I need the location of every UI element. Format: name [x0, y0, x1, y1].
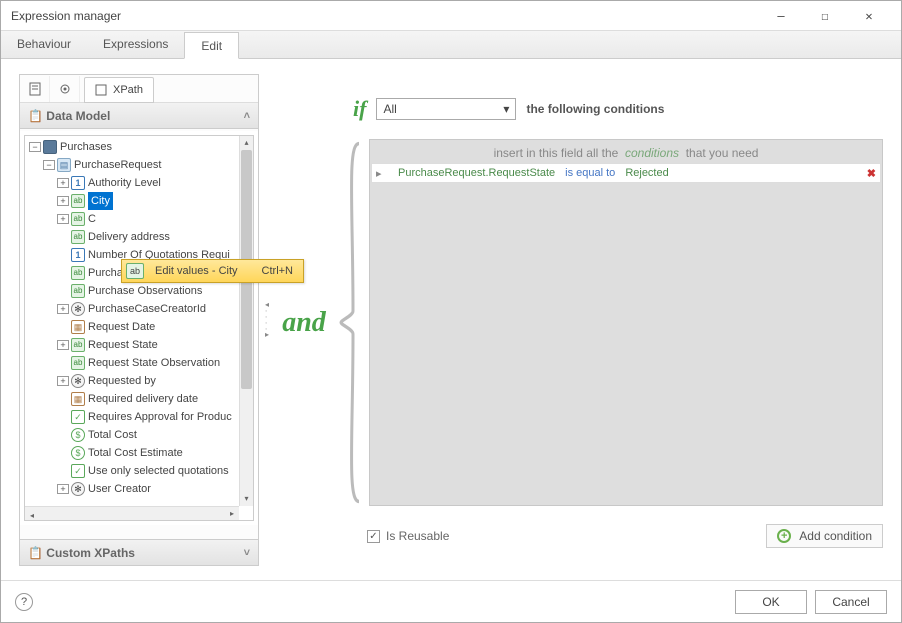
- tree-item[interactable]: ✓Requires Approval for Produc: [25, 408, 239, 426]
- conditions-box: insert in this field all the conditions …: [369, 139, 883, 506]
- condition-operator[interactable]: is equal to: [565, 167, 615, 179]
- tree-item[interactable]: abPurchase Observations: [25, 282, 239, 300]
- if-label: if: [353, 96, 366, 122]
- tree: −Purchases −▤PurchaseRequest +1Authority…: [24, 135, 254, 521]
- tab-behaviour[interactable]: Behaviour: [1, 31, 87, 58]
- add-condition-button[interactable]: + Add condition: [766, 524, 883, 548]
- tree-item[interactable]: $Total Cost Estimate: [25, 444, 239, 462]
- checkbox-icon: ✓: [367, 530, 380, 543]
- and-block: and insert in this field all the conditi…: [277, 139, 883, 506]
- if-row: if All ▾ the following conditions: [353, 96, 883, 122]
- scroll-down-icon[interactable]: ▾: [240, 492, 253, 506]
- titlebar: Expression manager ― ☐ ✕: [1, 1, 901, 31]
- scroll-left-icon[interactable]: ◂: [25, 509, 39, 521]
- footer-buttons: OK Cancel: [735, 590, 887, 614]
- add-condition-label: Add condition: [799, 529, 872, 543]
- tree-item[interactable]: +✻PurchaseCaseCreatorId: [25, 300, 239, 318]
- chevron-down-icon: ˅: [244, 547, 250, 559]
- condition-field[interactable]: PurchaseRequest.RequestState: [398, 167, 555, 179]
- conditions-hint: insert in this field all the conditions …: [370, 140, 882, 163]
- content-area: XPath 📋 Data Model ˄ −Purchases −▤Purcha…: [1, 60, 901, 580]
- tree-container: −Purchases −▤PurchaseRequest +1Authority…: [20, 131, 258, 525]
- delete-condition-icon[interactable]: ✖: [867, 167, 876, 180]
- custom-xpaths-header[interactable]: 📋 Custom XPaths ˅: [20, 539, 258, 565]
- chevron-down-icon: ▾: [503, 102, 509, 116]
- following-label: the following conditions: [526, 102, 664, 116]
- tree-item[interactable]: ✓Use only selected quotations: [25, 462, 239, 480]
- context-menu-label: Edit values - City: [155, 265, 238, 277]
- custom-xpaths-label: Custom XPaths: [46, 546, 135, 560]
- tree-item[interactable]: +✻User Creator: [25, 480, 239, 498]
- scroll-right-icon[interactable]: ▸: [225, 507, 239, 521]
- cancel-button[interactable]: Cancel: [815, 590, 887, 614]
- tree-item[interactable]: +abC: [25, 210, 239, 228]
- close-button[interactable]: ✕: [847, 2, 891, 30]
- is-reusable-checkbox[interactable]: ✓ Is Reusable: [367, 529, 449, 543]
- tree-item-city[interactable]: +abCity: [25, 192, 239, 210]
- xpath-tab-label: XPath: [113, 84, 143, 96]
- tree-item[interactable]: +✻Requested by: [25, 372, 239, 390]
- tree-item[interactable]: +abRequest State: [25, 336, 239, 354]
- splitter-handle[interactable]: ◂∙∙∙∙▸: [265, 302, 269, 338]
- brace-icon: [337, 139, 365, 506]
- tree-item[interactable]: abDelivery address: [25, 228, 239, 246]
- tree-item[interactable]: ▦Request Date: [25, 318, 239, 336]
- tree-item[interactable]: +1Authority Level: [25, 174, 239, 192]
- tree-item[interactable]: $Total Cost: [25, 426, 239, 444]
- ok-button[interactable]: OK: [735, 590, 807, 614]
- footer: ? OK Cancel: [1, 580, 901, 622]
- window-buttons: ― ☐ ✕: [759, 2, 891, 30]
- left-panel: XPath 📋 Data Model ˄ −Purchases −▤Purcha…: [19, 74, 259, 566]
- edit-values-icon: ab: [126, 263, 144, 279]
- condition-value[interactable]: Rejected: [625, 167, 668, 179]
- plus-icon: +: [777, 529, 791, 543]
- tree-item[interactable]: ▦Required delivery date: [25, 390, 239, 408]
- tab-edit[interactable]: Edit: [184, 32, 239, 59]
- quantifier-value: All: [383, 102, 396, 116]
- main-tabs: Behaviour Expressions Edit: [1, 31, 901, 59]
- is-reusable-label: Is Reusable: [386, 529, 449, 543]
- xpath-icon: [95, 84, 107, 96]
- context-menu-edit-values[interactable]: ab Edit values - City Ctrl+N: [121, 259, 304, 283]
- gear-icon[interactable]: [50, 76, 80, 102]
- tree-scrollbar-horizontal[interactable]: ◂ ▸: [25, 506, 239, 520]
- chevron-up-icon: ˄: [244, 110, 250, 122]
- left-toolbar: XPath: [20, 75, 258, 103]
- tree-entity[interactable]: −▤PurchaseRequest: [25, 156, 239, 174]
- row-expand-icon[interactable]: ▸: [376, 167, 388, 180]
- tab-expressions[interactable]: Expressions: [87, 31, 184, 58]
- expression-editor: ◂∙∙∙∙▸ if All ▾ the following conditions…: [277, 74, 883, 566]
- xpath-tab[interactable]: XPath: [84, 77, 154, 103]
- and-label: and: [274, 307, 334, 339]
- minimize-button[interactable]: ―: [759, 2, 803, 30]
- context-menu-shortcut: Ctrl+N: [262, 265, 293, 277]
- condition-row[interactable]: ▸ PurchaseRequest.RequestState is equal …: [371, 163, 881, 183]
- doc-icon[interactable]: [20, 76, 50, 102]
- maximize-button[interactable]: ☐: [803, 2, 847, 30]
- editor-bottom-row: ✓ Is Reusable + Add condition: [367, 524, 883, 548]
- data-model-header-label: Data Model: [46, 109, 110, 123]
- tree-root[interactable]: −Purchases: [25, 138, 239, 156]
- help-button[interactable]: ?: [15, 593, 33, 611]
- tree-inner[interactable]: −Purchases −▤PurchaseRequest +1Authority…: [25, 136, 239, 506]
- scroll-up-icon[interactable]: ▴: [240, 136, 253, 150]
- quantifier-combo[interactable]: All ▾: [376, 98, 516, 120]
- expression-manager-window: Expression manager ― ☐ ✕ Behaviour Expre…: [0, 0, 902, 623]
- tree-item[interactable]: abRequest State Observation: [25, 354, 239, 372]
- tree-scrollbar-vertical[interactable]: ▴ ▾: [239, 136, 253, 506]
- window-title: Expression manager: [11, 1, 121, 31]
- data-model-header[interactable]: 📋 Data Model ˄: [20, 103, 258, 129]
